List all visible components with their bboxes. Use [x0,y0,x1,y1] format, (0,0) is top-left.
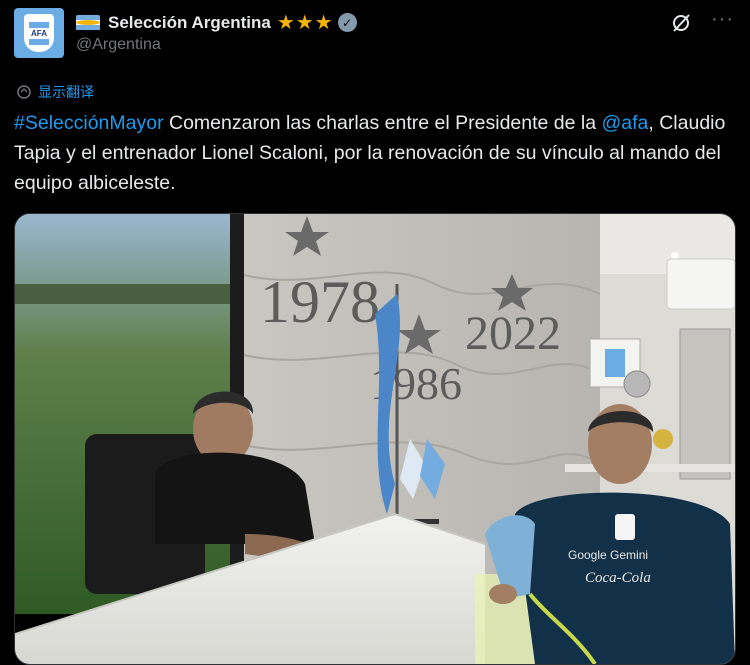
office-photo: 1978 1986 2022 Google Gemini Coca-Cola [15,214,735,664]
author-name-row: Selección Argentina ★★★ ✓ [76,10,357,35]
hashtag-link[interactable]: #SelecciónMayor [14,112,164,134]
author-display-name[interactable]: Selección Argentina [108,13,271,33]
afa-crest-icon: AFA [24,14,54,52]
tweet-text-part-1: Comenzaron las charlas entre el Presiden… [163,112,602,134]
verified-badge-icon[interactable]: ✓ [337,13,357,32]
translate-label[interactable]: 显示翻译 [38,82,94,102]
globe-icon [17,85,31,99]
avatar[interactable]: AFA [14,8,64,58]
tweet-header: AFA Selección Argentina ★★★ ✓ @Argentina… [14,6,736,60]
argentina-flag-icon [76,14,100,31]
author-handle[interactable]: @Argentina [76,36,161,54]
wall-year-1978: 1978 [260,269,380,335]
stars-icon: ★★★ [276,12,334,34]
grok-icon[interactable] [670,12,692,34]
more-options-icon[interactable]: ··· [711,8,734,31]
mention-link[interactable]: @afa [601,112,648,134]
translate-link[interactable]: 显示翻译 [16,82,94,102]
wall-year-2022: 2022 [465,307,561,360]
tweet-photo[interactable]: 1978 1986 2022 Google Gemini Coca-Cola [14,213,736,665]
shirt-sponsor-cocacola: Coca-Cola [585,570,651,586]
tweet-text: #SelecciónMayor Comenzaron las charlas e… [14,108,740,198]
shirt-sponsor-gemini: Google Gemini [568,548,648,562]
